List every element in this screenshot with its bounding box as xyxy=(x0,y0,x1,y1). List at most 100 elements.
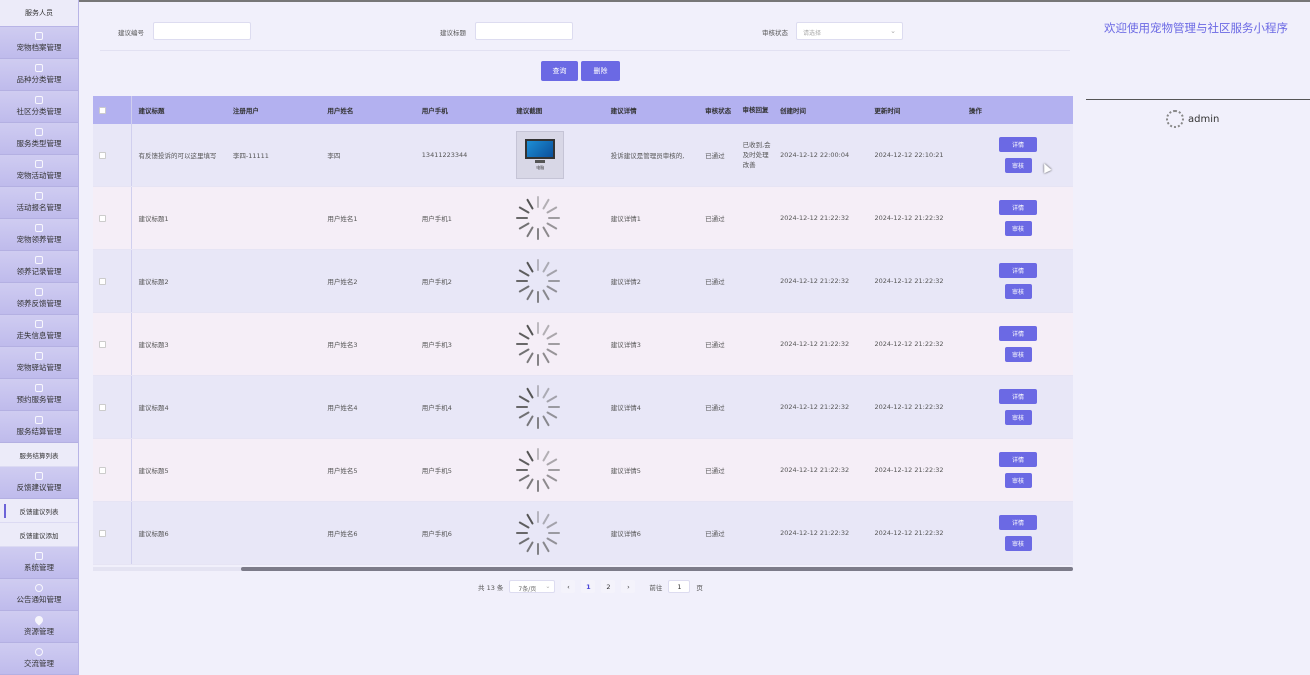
status-select[interactable]: 请选择 ⌄ xyxy=(796,22,903,40)
sidebar-item[interactable]: 服务结算管理 xyxy=(0,411,78,443)
goto-page-input[interactable]: 1 xyxy=(668,580,691,593)
header-detail: 建议详情 xyxy=(610,107,637,115)
prev-page-button[interactable]: ‹ xyxy=(561,580,576,593)
page-1-button[interactable]: 1 xyxy=(581,580,596,593)
cell-created: 2024-12-12 21:22:32 xyxy=(780,340,850,348)
sidebar-item[interactable]: 宠物领养管理 xyxy=(0,219,78,251)
detail-button[interactable]: 详情 xyxy=(999,389,1037,404)
detail-button[interactable]: 详情 xyxy=(999,515,1037,530)
sidebar-item[interactable]: 交流管理 xyxy=(0,643,78,675)
sidebar-item[interactable]: 系统管理 xyxy=(0,547,78,579)
select-all-cell xyxy=(93,96,113,124)
spinner-tick xyxy=(526,261,535,273)
row-checkbox[interactable] xyxy=(99,340,107,348)
cell-status: 已通过 xyxy=(705,530,725,538)
spinner-tick xyxy=(526,513,535,525)
sidebar-item[interactable]: 领养反馈管理 xyxy=(0,283,78,315)
audit-button[interactable]: 审核 xyxy=(1004,158,1032,173)
sidebar-item-label: 活动报名管理 xyxy=(16,203,62,212)
spinner-tick xyxy=(537,448,540,460)
sidebar-item-label: 服务类型管理 xyxy=(16,139,62,148)
folder-icon xyxy=(35,192,43,200)
detail-button[interactable]: 详情 xyxy=(999,452,1037,467)
sidebar-item[interactable]: 资源管理 xyxy=(0,611,78,643)
spinner-tick xyxy=(548,532,561,534)
page-size-select[interactable]: 7条/页 ⌄ xyxy=(509,580,556,593)
row-checkbox[interactable] xyxy=(99,151,107,159)
audit-button[interactable]: 审核 xyxy=(1004,473,1032,488)
scrollbar-thumb[interactable] xyxy=(241,567,1073,571)
detail-button[interactable]: 详情 xyxy=(999,200,1037,215)
sidebar-item[interactable]: 领养记录管理 xyxy=(0,251,78,283)
sidebar-subitem[interactable]: 服务结算列表 xyxy=(0,443,78,467)
spinner-tick xyxy=(516,469,529,471)
table-row: 建议标题6 用户姓名6 用户手机6 建议详情6 已通过 2024-12-12 21:22:… xyxy=(93,502,1073,565)
sidebar-item[interactable]: 反馈建议管理 xyxy=(0,467,78,499)
sidebar-item-label: 预约服务管理 xyxy=(16,395,62,404)
sidebar: 服务人员 宠物档案管理 品种分类管理 社区分类管理 服务类型管理 宠物活动管理 活动报名管… xyxy=(0,0,79,675)
next-page-button[interactable]: › xyxy=(621,580,636,593)
page-2-button[interactable]: 2 xyxy=(601,580,616,593)
detail-button[interactable]: 详情 xyxy=(999,326,1037,341)
spinner-tick xyxy=(542,478,551,490)
spinner-tick xyxy=(526,450,535,462)
detail-button[interactable]: 详情 xyxy=(999,137,1037,152)
sidebar-item[interactable]: 公告通知管理 xyxy=(0,579,78,611)
cell-detail: 建议详情2 xyxy=(610,278,641,286)
sidebar-item[interactable]: 活动报名管理 xyxy=(0,187,78,219)
sidebar-item[interactable]: 社区分类管理 xyxy=(0,91,78,123)
cell-detail: 投诉建议是管理员审核的, xyxy=(610,152,685,160)
audit-button[interactable]: 审核 xyxy=(1004,347,1032,362)
spinner-tick xyxy=(542,198,551,210)
sidebar-item[interactable]: 宠物档案管理 xyxy=(0,27,78,59)
monitor-thumbnail[interactable]: 电脑 xyxy=(516,131,565,179)
suggestion-id-input[interactable] xyxy=(153,22,251,40)
cell-actions: 详情 审核 xyxy=(963,313,1073,375)
folder-icon xyxy=(35,352,43,360)
spinner-tick xyxy=(546,348,558,356)
row-index xyxy=(113,439,133,501)
sidebar-item[interactable]: 走失信息管理 xyxy=(0,315,78,347)
user-menu[interactable]: admin xyxy=(1166,110,1219,128)
spinner-tick xyxy=(526,289,535,301)
audit-button[interactable]: 审核 xyxy=(1004,410,1032,425)
delete-button[interactable]: 删除 xyxy=(581,61,620,81)
cell-phone: 用户手机1 xyxy=(421,215,452,223)
sidebar-subitem[interactable]: 反馈建议列表 xyxy=(0,499,78,523)
sidebar-subitem[interactable]: 反馈建议添加 xyxy=(0,523,78,547)
sidebar-item[interactable]: 品种分类管理 xyxy=(0,59,78,91)
header-user: 注册用户 xyxy=(232,107,259,115)
suggestion-title-input[interactable] xyxy=(475,22,573,40)
row-checkbox[interactable] xyxy=(99,466,107,474)
chevron-down-icon: ⌄ xyxy=(890,27,896,35)
cell-updated: 2024-12-12 22:10:21 xyxy=(874,151,944,159)
select-all-checkbox[interactable] xyxy=(99,106,107,114)
folder-icon xyxy=(35,472,43,480)
cell-title: 建议标题1 xyxy=(138,215,169,223)
horizontal-scrollbar[interactable] xyxy=(93,567,1073,571)
cell-phone: 用户手机6 xyxy=(421,530,452,538)
row-select-cell xyxy=(93,313,113,375)
sidebar-item[interactable]: 宠物驿站管理 xyxy=(0,347,78,379)
total-count: 共 13 条 xyxy=(478,583,504,592)
row-checkbox[interactable] xyxy=(99,277,107,285)
row-checkbox[interactable] xyxy=(99,214,107,222)
detail-button[interactable]: 详情 xyxy=(999,263,1037,278)
spinner-tick xyxy=(516,280,529,282)
sidebar-item[interactable]: 服务类型管理 xyxy=(0,123,78,155)
cell-title: 建议标题6 xyxy=(138,530,169,538)
sidebar-item[interactable]: 宠物活动管理 xyxy=(0,155,78,187)
spinner-tick xyxy=(542,226,551,238)
spinner-tick xyxy=(526,324,535,336)
sidebar-item-label: 品种分类管理 xyxy=(16,75,62,84)
audit-button[interactable]: 审核 xyxy=(1004,284,1032,299)
row-checkbox[interactable] xyxy=(99,403,107,411)
spinner-tick xyxy=(548,280,561,282)
audit-button[interactable]: 审核 xyxy=(1004,536,1032,551)
sidebar-item[interactable]: 预约服务管理 xyxy=(0,379,78,411)
folder-icon xyxy=(35,384,43,392)
index-header xyxy=(113,96,133,124)
search-button[interactable]: 查询 xyxy=(541,61,578,81)
audit-button[interactable]: 审核 xyxy=(1004,221,1032,236)
row-checkbox[interactable] xyxy=(99,529,107,537)
